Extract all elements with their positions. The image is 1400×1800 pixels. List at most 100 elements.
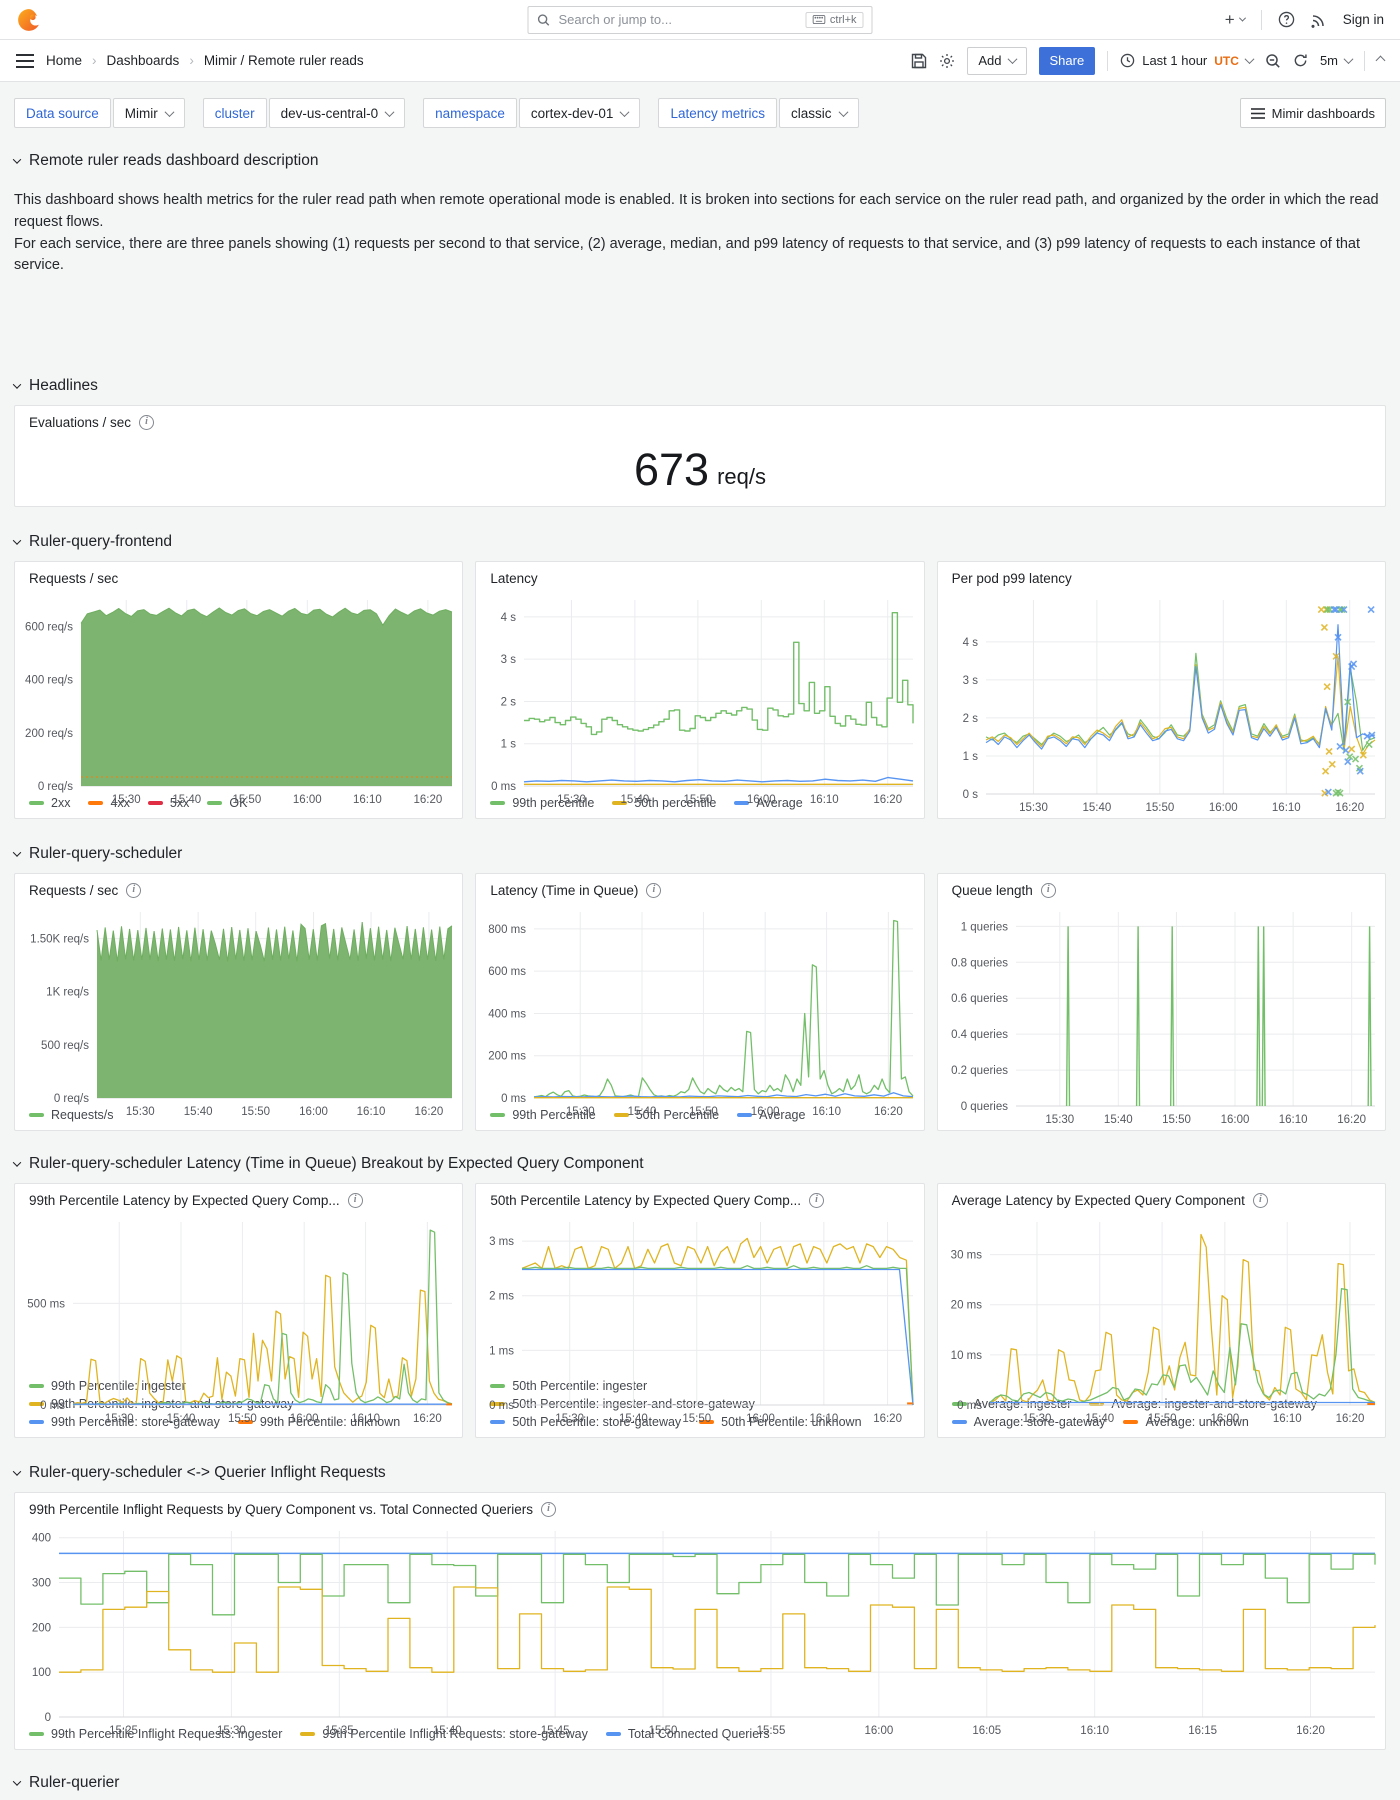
dashboard-toolbar: Home › Dashboards › Mimir / Remote ruler… bbox=[0, 40, 1400, 82]
queue-latency-chart[interactable]: 15:30 15:40 15:50 16:00 16:10 16:20 0 ms 200 ms… bbox=[476, 902, 923, 1118]
svg-text:15:40: 15:40 bbox=[433, 1725, 462, 1737]
svg-text:0 req/s: 0 req/s bbox=[38, 781, 73, 793]
svg-text:4 s: 4 s bbox=[962, 637, 978, 649]
svg-text:300: 300 bbox=[32, 1578, 51, 1590]
grafana-logo[interactable] bbox=[16, 7, 42, 33]
svg-text:15:30: 15:30 bbox=[126, 1106, 155, 1118]
add-button[interactable]: Add bbox=[967, 46, 1027, 75]
top-navbar: Search or jump to... ctrl+k + Sign in bbox=[0, 0, 1400, 40]
datasource-label: Data source bbox=[14, 98, 111, 128]
search-placeholder: Search or jump to... bbox=[558, 12, 672, 27]
panel-title[interactable]: Requests / sec bbox=[29, 571, 118, 586]
svg-text:1.50K req/s: 1.50K req/s bbox=[30, 934, 89, 946]
svg-text:4 s: 4 s bbox=[501, 612, 517, 624]
panel-scheduler-requests-per-sec: Requests / sec i 15:30 15:40 15:50 16:00 16:1… bbox=[14, 873, 464, 1131]
section-breakout[interactable]: Ruler-query-scheduler Latency (Time in Q… bbox=[12, 1155, 1386, 1173]
panel-title[interactable]: 50th Percentile Latency by Expected Quer… bbox=[490, 1193, 801, 1208]
inflight-chart[interactable]: 15:25 15:30 15:35 15:40 15:45 15:50 15:55 16:00… bbox=[15, 1521, 1385, 1737]
svg-text:15:25: 15:25 bbox=[109, 1725, 138, 1737]
panel-title[interactable]: Latency (Time in Queue) bbox=[490, 883, 638, 898]
panel-title[interactable]: Requests / sec bbox=[29, 883, 118, 898]
new-dropdown-button[interactable]: + bbox=[1225, 10, 1246, 30]
cluster-select[interactable]: dev-us-central-0 bbox=[268, 98, 406, 128]
section-ruler-querier[interactable]: Ruler-querier bbox=[12, 1774, 1386, 1792]
time-range-picker[interactable]: Last 1 hour UTC bbox=[1120, 53, 1255, 68]
info-icon[interactable]: i bbox=[809, 1193, 824, 1208]
info-icon[interactable]: i bbox=[541, 1502, 557, 1517]
svg-text:15:50: 15:50 bbox=[1145, 802, 1174, 814]
svg-text:3 ms: 3 ms bbox=[489, 1236, 514, 1248]
kiosk-collapse-icon[interactable] bbox=[1375, 55, 1386, 66]
news-rss-icon[interactable] bbox=[1311, 12, 1327, 28]
panel-title[interactable]: Per pod p99 latency bbox=[952, 571, 1072, 586]
share-button[interactable]: Share bbox=[1038, 46, 1096, 75]
save-dashboard-icon[interactable] bbox=[911, 53, 927, 69]
svg-text:15:40: 15:40 bbox=[619, 1413, 648, 1425]
cluster-label: cluster bbox=[202, 98, 267, 128]
breadcrumb-dashboards[interactable]: Dashboards bbox=[107, 53, 180, 68]
section-ruler-query-scheduler[interactable]: Ruler-query-scheduler bbox=[12, 845, 1386, 863]
section-headlines[interactable]: Headlines bbox=[12, 377, 1386, 395]
scheduler-rps-chart[interactable]: 15:30 15:40 15:50 16:00 16:10 16:20 0 req/s 500… bbox=[15, 902, 462, 1118]
section-inflight[interactable]: Ruler-query-scheduler <-> Querier Inflig… bbox=[12, 1464, 1386, 1482]
section-description[interactable]: Remote ruler reads dashboard description bbox=[12, 152, 1386, 170]
panel-title[interactable]: 99th Percentile Latency by Expected Quer… bbox=[29, 1193, 340, 1208]
stat-value: 673 bbox=[633, 444, 710, 495]
svg-text:2 s: 2 s bbox=[962, 713, 978, 725]
zoom-out-icon[interactable] bbox=[1265, 53, 1281, 69]
panel-title[interactable]: 99th Percentile Inflight Requests by Que… bbox=[29, 1502, 533, 1517]
svg-text:16:10: 16:10 bbox=[810, 794, 839, 806]
menu-hamburger-icon[interactable] bbox=[16, 53, 34, 68]
svg-text:15:50: 15:50 bbox=[689, 1106, 718, 1118]
svg-text:0 ms: 0 ms bbox=[491, 781, 516, 793]
section-ruler-query-frontend[interactable]: Ruler-query-frontend bbox=[12, 533, 1386, 551]
latency-metrics-select[interactable]: classic bbox=[779, 98, 859, 128]
breadcrumb: Home › Dashboards › Mimir / Remote ruler… bbox=[46, 53, 364, 68]
svg-text:3 s: 3 s bbox=[501, 654, 517, 666]
avg-breakout-chart[interactable]: 15:30 15:40 15:50 16:00 16:10 16:20 0 ms 10 ms 2… bbox=[938, 1212, 1385, 1425]
panel-title[interactable]: Evaluations / sec bbox=[29, 415, 131, 430]
frontend-per-pod-chart[interactable]: 15:30 15:40 15:50 16:00 16:10 16:20 0 s 1 s 2 s 3… bbox=[938, 590, 1385, 818]
refresh-icon[interactable] bbox=[1293, 53, 1308, 68]
frontend-latency-chart[interactable]: 15:30 15:40 15:50 16:00 16:10 16:20 0 ms 1 s 2 s… bbox=[476, 590, 923, 806]
queue-length-chart[interactable]: 15:30 15:40 15:50 16:00 16:10 16:20 0 queries 0… bbox=[938, 902, 1385, 1130]
p50-breakout-chart[interactable]: 15:30 15:40 15:50 16:00 16:10 16:20 0 ms 1 ms 2 … bbox=[476, 1212, 923, 1425]
svg-text:16:10: 16:10 bbox=[357, 1106, 386, 1118]
svg-text:15:30: 15:30 bbox=[1045, 1114, 1074, 1126]
datasource-select[interactable]: Mimir bbox=[112, 98, 185, 128]
panel-frontend-latency: Latency 15:30 15:40 15:50 16:00 16:10 16:20 0 … bbox=[475, 561, 925, 819]
svg-text:400 req/s: 400 req/s bbox=[25, 675, 73, 687]
stat-unit: req/s bbox=[717, 464, 766, 489]
info-icon[interactable]: i bbox=[646, 883, 662, 898]
variables-row: Data source Mimir cluster dev-us-central… bbox=[14, 98, 1386, 128]
svg-text:100: 100 bbox=[32, 1667, 51, 1679]
info-icon[interactable]: i bbox=[126, 883, 142, 898]
search-input[interactable]: Search or jump to... ctrl+k bbox=[527, 5, 873, 34]
mimir-dashboards-button[interactable]: Mimir dashboards bbox=[1239, 98, 1386, 128]
svg-text:16:20: 16:20 bbox=[1335, 802, 1364, 814]
refresh-interval-picker[interactable]: 5m bbox=[1320, 53, 1354, 68]
clock-icon bbox=[1120, 53, 1135, 68]
panel-title[interactable]: Latency bbox=[490, 571, 537, 586]
panel-title[interactable]: Queue length bbox=[952, 883, 1033, 898]
breadcrumb-home[interactable]: Home bbox=[46, 53, 82, 68]
info-icon[interactable]: i bbox=[347, 1193, 363, 1208]
shortcut-chip: ctrl+k bbox=[805, 11, 864, 28]
info-icon[interactable]: i bbox=[1252, 1193, 1268, 1208]
info-icon[interactable]: i bbox=[139, 415, 155, 430]
p99-breakout-chart[interactable]: 15:30 15:40 15:50 16:00 16:10 16:20 0 ms 500 ms bbox=[15, 1212, 462, 1425]
svg-text:400 ms: 400 ms bbox=[489, 1008, 527, 1020]
settings-gear-icon[interactable] bbox=[939, 53, 955, 69]
svg-text:1 queries: 1 queries bbox=[960, 921, 1008, 933]
panel-scheduler-queue-latency: Latency (Time in Queue) i 15:30 15:40 15:50… bbox=[475, 873, 925, 1131]
namespace-label: namespace bbox=[423, 98, 517, 128]
namespace-select[interactable]: cortex-dev-01 bbox=[518, 98, 641, 128]
panel-title[interactable]: Average Latency by Expected Query Compon… bbox=[952, 1193, 1245, 1208]
svg-text:15:30: 15:30 bbox=[557, 794, 586, 806]
sign-in-link[interactable]: Sign in bbox=[1343, 12, 1384, 27]
stat-value-container: 673 req/s bbox=[15, 434, 1385, 506]
help-icon[interactable] bbox=[1278, 11, 1295, 28]
frontend-rps-chart[interactable]: 15:30 15:40 15:50 16:00 16:10 16:20 0 req/s 200… bbox=[15, 590, 462, 806]
info-icon[interactable]: i bbox=[1040, 883, 1056, 898]
svg-text:15:50: 15:50 bbox=[1147, 1413, 1176, 1425]
